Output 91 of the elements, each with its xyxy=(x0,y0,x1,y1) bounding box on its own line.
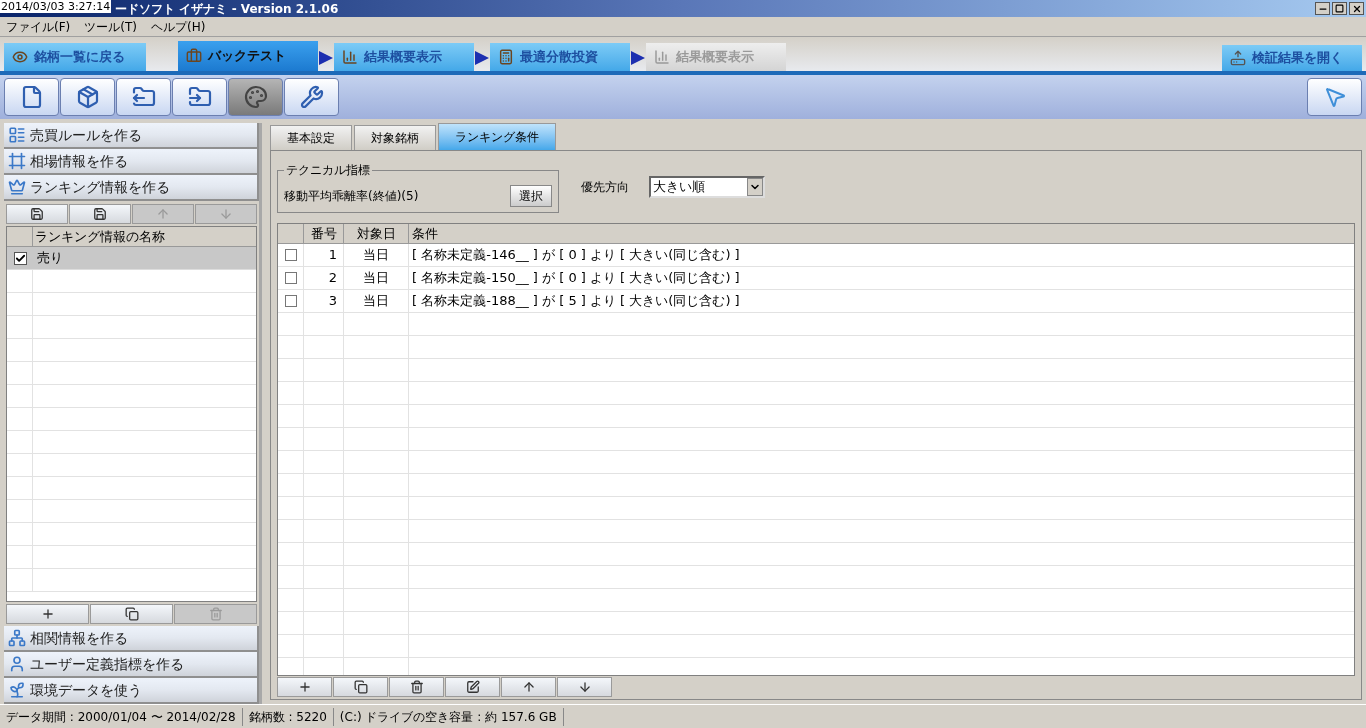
save-icon xyxy=(30,207,44,221)
close-button[interactable] xyxy=(1349,2,1364,15)
table-cell-text: [ 名称未定義-146__ ] が [ 0 ] より [ 大きい(同じ含む) ] xyxy=(411,246,741,264)
box-icon xyxy=(75,85,100,109)
close-icon xyxy=(1351,3,1362,14)
section-button[interactable]: 環境データを使う xyxy=(4,678,259,704)
tool-button[interactable] xyxy=(445,677,500,697)
toolbar-button[interactable] xyxy=(172,78,227,116)
table-cell: 当日 xyxy=(344,267,409,289)
toolbar-button[interactable] xyxy=(116,78,171,116)
table-cell: 当日 xyxy=(344,244,409,266)
restore-button[interactable] xyxy=(1332,2,1347,15)
tool-button[interactable] xyxy=(90,604,173,624)
priority-label: 優先方向 xyxy=(581,179,629,196)
section-button[interactable]: ユーザー定義指標を作る xyxy=(4,652,259,678)
network-icon xyxy=(8,629,26,647)
section-button[interactable]: 売買ルールを作る xyxy=(4,123,259,149)
menu-item[interactable]: ファイル(F) xyxy=(6,18,71,35)
table-cell-text: [ 名称未定義-150__ ] が [ 0 ] より [ 大きい(同じ含む) ] xyxy=(411,269,741,287)
checkbox[interactable] xyxy=(284,295,297,307)
copy-icon xyxy=(124,607,139,621)
tab[interactable]: 対象銘柄 xyxy=(354,125,436,150)
trash-icon xyxy=(208,607,223,621)
table-cell: 2 xyxy=(304,267,344,289)
tool-button[interactable] xyxy=(333,677,388,697)
bag-icon xyxy=(186,48,202,64)
table-cell: 当日 xyxy=(344,290,409,312)
calculator-icon xyxy=(498,49,514,65)
timestamp: 2014/03/03 3:27:14 xyxy=(0,0,112,13)
nav-tab[interactable]: バックテスト xyxy=(178,41,318,71)
bar-chart-icon xyxy=(654,49,670,65)
table-cell-text: [ 名称未定義-188__ ] が [ 5 ] より [ 大きい(同じ含む) ] xyxy=(411,292,741,310)
section-button[interactable]: ランキング情報を作る xyxy=(4,175,259,201)
list-row[interactable]: 売り xyxy=(7,247,256,270)
copy-icon xyxy=(353,680,368,694)
section-button[interactable]: 相場情報を作る xyxy=(4,149,259,175)
crown-icon xyxy=(8,178,26,196)
table-cell: 1 xyxy=(304,244,344,266)
menu-item[interactable]: ツール(T) xyxy=(84,18,137,35)
down-arrow-icon xyxy=(219,207,233,221)
palette-icon xyxy=(243,85,268,109)
check-icon xyxy=(14,252,26,264)
upload-icon xyxy=(1230,50,1246,66)
tab[interactable]: ランキング条件 xyxy=(438,123,556,150)
column-header: 対象日 xyxy=(344,224,409,243)
status-text: データ期間 : 2000/01/04 〜 2014/02/28 xyxy=(0,707,243,726)
folder-import-icon xyxy=(187,85,212,109)
sprout-icon xyxy=(8,681,26,699)
tool-button[interactable] xyxy=(277,677,332,697)
column-header: 番号 xyxy=(304,224,344,243)
minimize-button[interactable] xyxy=(1315,2,1330,15)
tools-icon xyxy=(299,85,324,109)
column-header: ランキング情報の名称 xyxy=(34,228,166,246)
section-button[interactable]: 相関情報を作る xyxy=(4,626,259,652)
edit-icon xyxy=(465,680,480,694)
down-arrow-icon xyxy=(577,680,592,694)
plus-icon xyxy=(40,607,55,621)
select-button[interactable]: 選択 xyxy=(510,184,552,207)
group-legend: テクニカル指標 xyxy=(284,161,372,179)
tool-button[interactable] xyxy=(389,677,444,697)
restore-icon xyxy=(1335,4,1344,13)
open-results-button[interactable]: 検証結果を開く xyxy=(1222,45,1362,71)
checkbox[interactable] xyxy=(284,249,297,261)
tool-button[interactable] xyxy=(69,204,131,224)
status-text: 銘柄数 : 5220 xyxy=(242,707,334,726)
list-item-name: 売り xyxy=(36,249,64,268)
priority-dropdown[interactable]: 大きい順 xyxy=(649,176,765,198)
trash-icon xyxy=(409,680,424,694)
eye-icon xyxy=(12,49,28,65)
status-text: (C:) ドライブの空き容量 : 約 157.6 GB xyxy=(333,707,564,726)
nav-tab[interactable]: 銘柄一覧に戻る xyxy=(4,43,146,71)
toolbar-button[interactable] xyxy=(60,78,115,116)
plus-icon xyxy=(297,680,312,694)
indicator-name: 移動平均乖離率(終値)(5) xyxy=(284,187,419,205)
nav-tab[interactable]: 結果概要表示 xyxy=(334,43,474,71)
toolbar-button[interactable] xyxy=(4,78,59,116)
menu-item[interactable]: ヘルプ(H) xyxy=(150,18,206,35)
tool-button[interactable] xyxy=(6,204,68,224)
toolbar-button[interactable] xyxy=(1307,78,1362,116)
folder-export-icon xyxy=(131,85,156,109)
checkbox[interactable] xyxy=(13,251,27,265)
column-header: 条件 xyxy=(411,225,439,243)
checkbox[interactable] xyxy=(284,272,297,284)
nav-tab[interactable]: 最適分散投資 xyxy=(490,43,630,71)
toolbar-button[interactable] xyxy=(284,78,339,116)
window-title: ードソフト イザナミ - Version 2.1.06 xyxy=(115,0,339,18)
person-icon xyxy=(8,655,26,673)
bar-chart-icon xyxy=(342,49,358,65)
save-icon xyxy=(93,207,107,221)
table-cell: 3 xyxy=(304,290,344,312)
tab[interactable]: 基本設定 xyxy=(270,125,352,150)
